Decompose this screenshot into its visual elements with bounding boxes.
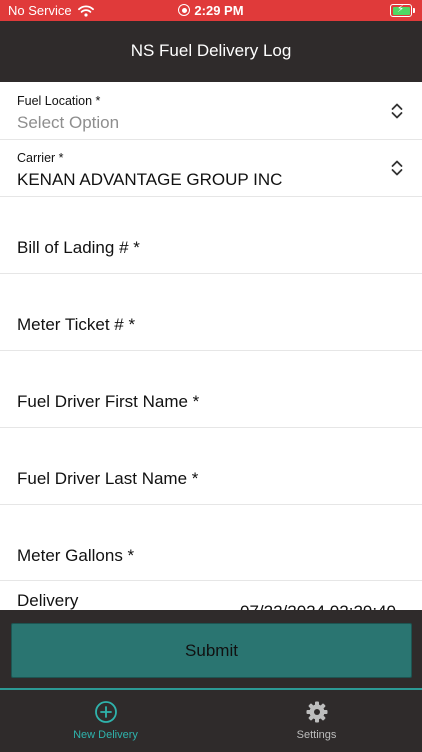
fuel-location-select[interactable]: Fuel Location * Select Option [0, 82, 422, 140]
fuel-location-label: Fuel Location * [17, 94, 101, 108]
delivery-datetime-value: 07/22/2024 02:29:40 [240, 602, 396, 610]
plus-circle-icon [94, 701, 117, 723]
tab-settings[interactable]: Settings [211, 690, 422, 750]
gear-icon [306, 701, 327, 723]
status-bar: No Service 2:29 PM ⚡ [0, 0, 422, 21]
tab-bar: New Delivery Settings [0, 688, 422, 752]
tab-new-delivery[interactable]: New Delivery [0, 690, 211, 750]
driver-last-name-field[interactable]: Fuel Driver Last Name * [0, 427, 422, 505]
submit-bar: Submit [0, 610, 422, 688]
tab-new-delivery-label: New Delivery [73, 729, 138, 741]
bill-of-lading-field[interactable]: Bill of Lading # * [0, 196, 422, 274]
meter-gallons-field[interactable]: Meter Gallons * [0, 504, 422, 581]
driver-first-name-field[interactable]: Fuel Driver First Name * [0, 350, 422, 428]
meter-ticket-field[interactable]: Meter Ticket # * [0, 273, 422, 351]
chevron-up-down-icon [391, 103, 403, 119]
tab-settings-label: Settings [296, 729, 337, 741]
bill-of-lading-label: Bill of Lading # * [17, 238, 140, 257]
driver-last-name-label: Fuel Driver Last Name * [17, 469, 199, 488]
app-header: NS Fuel Delivery Log [0, 21, 422, 82]
delivery-label: Delivery [17, 591, 79, 610]
fuel-location-value: Select Option [17, 113, 120, 132]
delivery-form: Fuel Location * Select Option Carrier * … [0, 82, 422, 610]
carrier-label: Carrier * [17, 151, 64, 165]
page-title: NS Fuel Delivery Log [130, 41, 292, 60]
driver-first-name-label: Fuel Driver First Name * [17, 392, 200, 411]
meter-ticket-label: Meter Ticket # * [17, 315, 136, 334]
carrier-value: KENAN ADVANTAGE GROUP INC [17, 170, 283, 189]
delivery-datetime-field[interactable]: Delivery 07/22/2024 02:29:40 [0, 580, 422, 610]
carrier-select[interactable]: Carrier * KENAN ADVANTAGE GROUP INC [0, 139, 422, 197]
meter-gallons-label: Meter Gallons * [17, 546, 135, 565]
status-time: 2:29 PM [0, 3, 422, 18]
submit-button[interactable]: Submit [11, 623, 412, 678]
charging-bolt-icon: ⚡ [397, 4, 405, 15]
battery-icon: ⚡ [390, 4, 415, 17]
time-text: 2:29 PM [194, 3, 244, 18]
chevron-up-down-icon [391, 160, 403, 176]
screen-recording-icon [178, 4, 191, 16]
